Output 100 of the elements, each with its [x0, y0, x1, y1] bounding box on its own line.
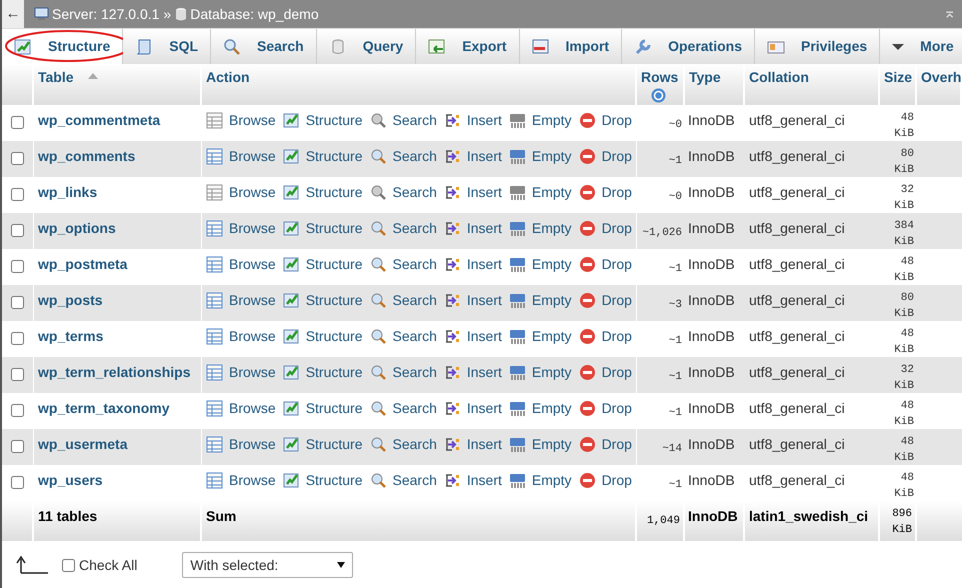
check-all-label[interactable]: Check All: [79, 554, 138, 576]
action-link[interactable]: Browse: [206, 326, 276, 347]
action-link[interactable]: Structure: [282, 110, 362, 131]
action-link[interactable]: Insert: [444, 254, 502, 275]
action-link[interactable]: Drop: [578, 434, 632, 455]
nav-tab[interactable]: Operations: [622, 29, 755, 64]
action-link[interactable]: Insert: [444, 470, 502, 491]
row-checkbox[interactable]: [11, 368, 24, 381]
action-link[interactable]: Insert: [444, 146, 502, 167]
table-name-link[interactable]: wp_commentmeta: [38, 112, 160, 128]
table-name-link[interactable]: wp_users: [38, 472, 103, 488]
row-checkbox[interactable]: [11, 296, 24, 309]
table-name-link[interactable]: wp_options: [38, 220, 116, 236]
action-link[interactable]: Insert: [444, 218, 502, 239]
row-checkbox[interactable]: [11, 332, 24, 345]
row-checkbox[interactable]: [11, 260, 24, 273]
action-link[interactable]: Browse: [206, 254, 276, 275]
action-link[interactable]: Empty: [508, 362, 572, 383]
action-link[interactable]: Empty: [508, 254, 572, 275]
column-header[interactable]: Collation: [749, 67, 809, 88]
table-name-link[interactable]: wp_term_taxonomy: [38, 400, 170, 416]
action-link[interactable]: Drop: [578, 146, 632, 167]
action-link[interactable]: Drop: [578, 470, 632, 491]
action-link[interactable]: Browse: [206, 470, 276, 491]
table-name-link[interactable]: wp_posts: [38, 292, 103, 308]
database-link[interactable]: Database: wp_demo: [190, 4, 319, 24]
action-link[interactable]: Empty: [508, 290, 572, 311]
action-link[interactable]: Insert: [444, 326, 502, 347]
action-link[interactable]: Empty: [508, 398, 572, 419]
action-link[interactable]: Browse: [206, 290, 276, 311]
action-link[interactable]: Search: [370, 434, 437, 455]
action-link[interactable]: Drop: [578, 398, 632, 419]
table-name-link[interactable]: wp_links: [38, 184, 98, 200]
action-link[interactable]: Browse: [206, 110, 276, 131]
action-link[interactable]: Search: [370, 290, 437, 311]
nav-tab[interactable]: SQL: [123, 29, 212, 64]
action-link[interactable]: Drop: [578, 182, 632, 203]
column-header[interactable]: Action: [206, 67, 250, 88]
row-checkbox[interactable]: [11, 152, 24, 165]
row-checkbox[interactable]: [11, 224, 24, 237]
action-link[interactable]: Empty: [508, 110, 572, 131]
action-link[interactable]: Drop: [578, 218, 632, 239]
back-button[interactable]: ←: [2, 0, 24, 28]
action-link[interactable]: Empty: [508, 434, 572, 455]
action-link[interactable]: Search: [370, 182, 437, 203]
action-link[interactable]: Search: [370, 110, 437, 131]
action-link[interactable]: Structure: [282, 218, 362, 239]
table-name-link[interactable]: wp_comments: [38, 148, 136, 164]
action-link[interactable]: Drop: [578, 290, 632, 311]
action-link[interactable]: Empty: [508, 182, 572, 203]
row-checkbox[interactable]: [11, 476, 24, 489]
action-link[interactable]: Structure: [282, 254, 362, 275]
action-link[interactable]: Insert: [444, 182, 502, 203]
row-checkbox[interactable]: [11, 188, 24, 201]
action-link[interactable]: Browse: [206, 218, 276, 239]
action-link[interactable]: Empty: [508, 218, 572, 239]
row-checkbox[interactable]: [11, 116, 24, 129]
action-link[interactable]: Insert: [444, 290, 502, 311]
action-link[interactable]: Browse: [206, 182, 276, 203]
action-link[interactable]: Structure: [282, 290, 362, 311]
action-link[interactable]: Insert: [444, 398, 502, 419]
action-link[interactable]: Structure: [282, 146, 362, 167]
action-link[interactable]: Structure: [282, 470, 362, 491]
action-link[interactable]: Structure: [282, 398, 362, 419]
action-link[interactable]: Search: [370, 218, 437, 239]
action-link[interactable]: Browse: [206, 398, 276, 419]
action-link[interactable]: Drop: [578, 362, 632, 383]
action-link[interactable]: Browse: [206, 434, 276, 455]
action-link[interactable]: Empty: [508, 470, 572, 491]
action-link[interactable]: Insert: [444, 110, 502, 131]
action-link[interactable]: Browse: [206, 362, 276, 383]
action-link[interactable]: Empty: [508, 146, 572, 167]
action-link[interactable]: Drop: [578, 326, 632, 347]
with-selected-dropdown[interactable]: With selected:: [182, 552, 354, 578]
action-link[interactable]: Insert: [444, 434, 502, 455]
column-header[interactable]: Table: [38, 67, 74, 88]
column-header[interactable]: Overh: [921, 67, 962, 88]
check-all-checkbox[interactable]: [62, 558, 75, 572]
action-link[interactable]: Drop: [578, 110, 632, 131]
action-link[interactable]: Browse: [206, 146, 276, 167]
nav-tab[interactable]: Import: [520, 29, 622, 64]
action-link[interactable]: Structure: [282, 362, 362, 383]
nav-tab[interactable]: Export: [416, 29, 520, 64]
action-link[interactable]: Drop: [578, 254, 632, 275]
action-link[interactable]: Search: [370, 398, 437, 419]
table-name-link[interactable]: wp_term_relationships: [38, 364, 190, 380]
action-link[interactable]: Search: [370, 146, 437, 167]
column-header[interactable]: Rows: [641, 67, 679, 88]
server-link[interactable]: Server: 127.0.0.1: [52, 4, 160, 24]
nav-tab[interactable]: Query: [316, 29, 416, 64]
action-link[interactable]: Search: [370, 326, 437, 347]
nav-tab[interactable]: Search: [211, 29, 317, 64]
action-link[interactable]: Search: [370, 254, 437, 275]
action-link[interactable]: Search: [370, 362, 437, 383]
column-header[interactable]: Type: [689, 67, 721, 88]
action-link[interactable]: Empty: [508, 326, 572, 347]
help-icon[interactable]: [651, 88, 666, 103]
row-checkbox[interactable]: [11, 440, 24, 453]
nav-tab[interactable]: Privileges: [755, 29, 880, 64]
action-link[interactable]: Insert: [444, 362, 502, 383]
